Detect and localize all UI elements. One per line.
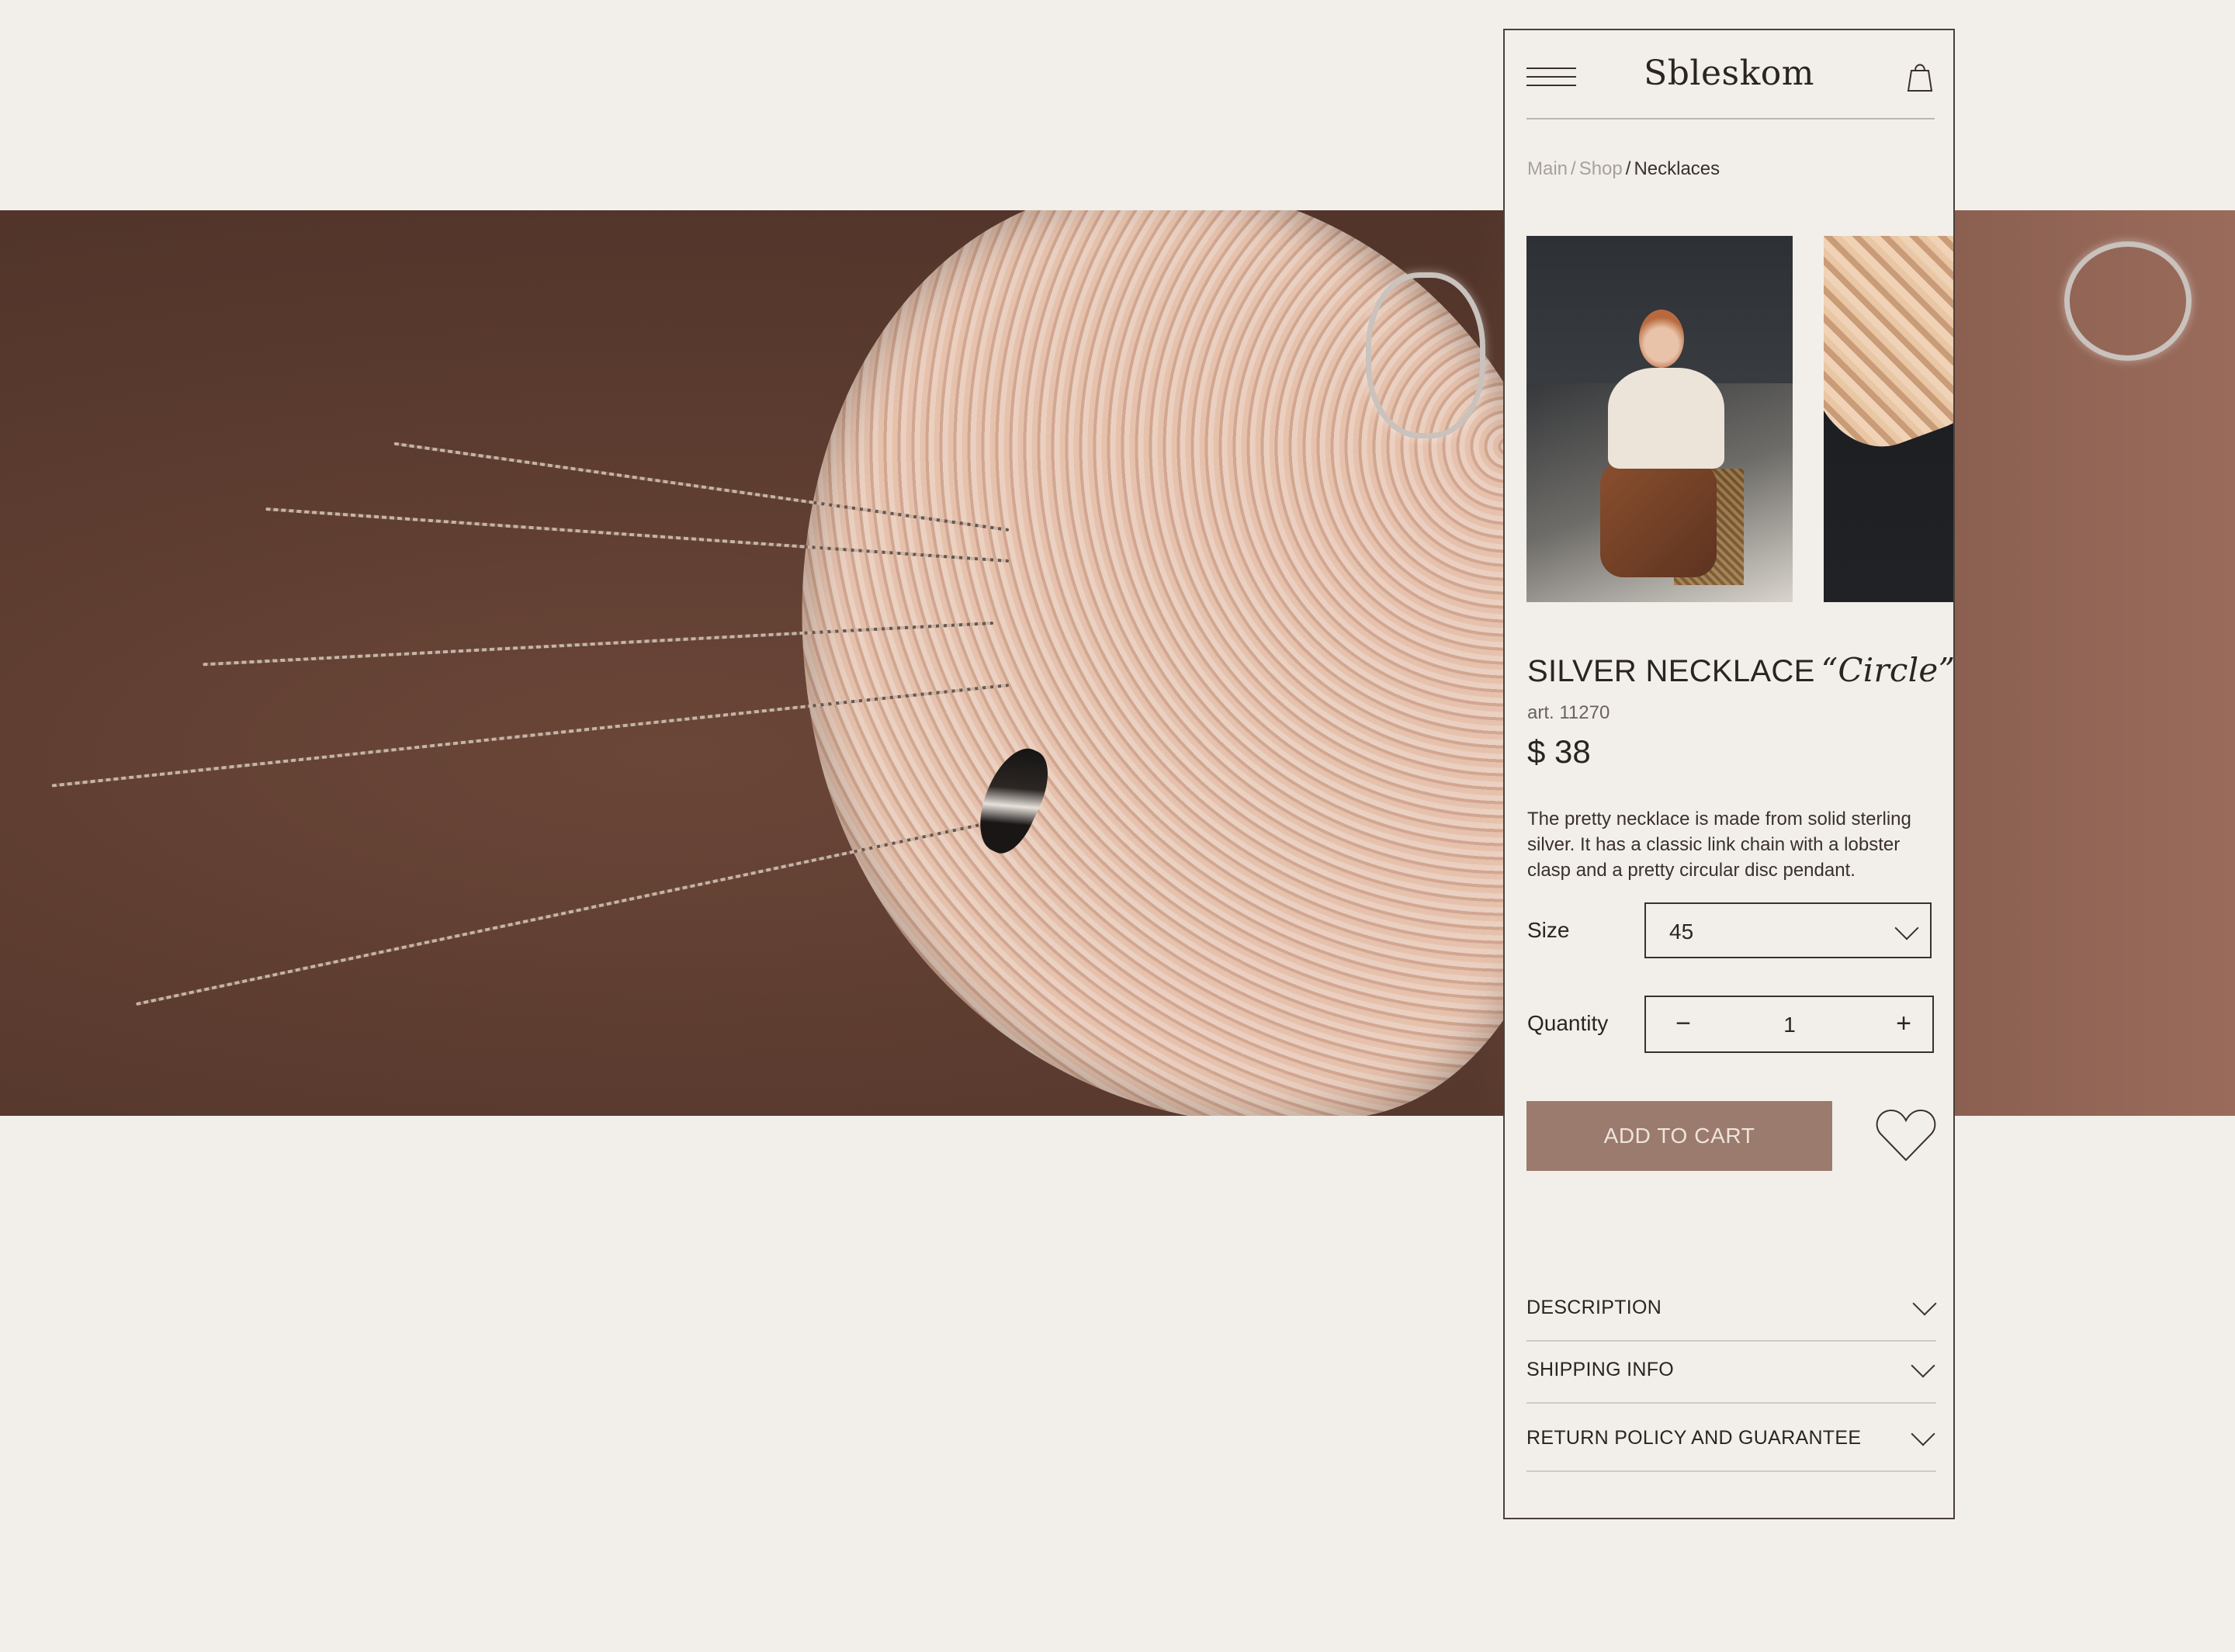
chevron-down-icon (1911, 1422, 1935, 1446)
quantity-value[interactable]: 1 (1770, 1013, 1809, 1037)
product-article: art. 11270 (1527, 702, 1610, 723)
chevron-down-icon (1912, 1291, 1937, 1316)
photo-sweater (1608, 368, 1724, 469)
breadcrumb-separator: / (1571, 158, 1576, 179)
breadcrumb-main[interactable]: Main (1527, 158, 1568, 179)
breadcrumb-current: Necklaces (1634, 158, 1720, 179)
shopping-bag-icon[interactable] (1905, 60, 1935, 92)
accordion-shipping-info[interactable]: SHIPPING INFO (1526, 1342, 1936, 1404)
photo-silk-fabric (1824, 236, 1953, 465)
ring-ornament (2064, 241, 2192, 361)
ring-ornament (1366, 272, 1485, 438)
header-divider (1526, 118, 1935, 119)
quantity-label: Quantity (1527, 1011, 1609, 1035)
photo-legs (1600, 461, 1717, 577)
product-name: SILVER NECKLACE (1527, 654, 1815, 688)
product-photo-model[interactable] (1526, 236, 1793, 602)
accordion-label: SHIPPING INFO (1526, 1359, 1675, 1380)
size-select[interactable]: 45 (1644, 902, 1932, 958)
product-gallery[interactable] (1526, 236, 1953, 602)
breadcrumb-separator: / (1625, 158, 1631, 179)
accordion-label: DESCRIPTION (1526, 1297, 1662, 1318)
size-value: 45 (1669, 920, 1694, 944)
product-description: The pretty necklace is made from solid s… (1527, 809, 1911, 881)
add-to-cart-button[interactable]: ADD TO CART (1526, 1101, 1832, 1171)
site-logo[interactable]: Sbleskom (1505, 54, 1953, 93)
necklace-chain (135, 816, 1017, 1006)
divider (1526, 1402, 1936, 1404)
product-photo-silk[interactable] (1824, 236, 1953, 602)
quantity-stepper: − 1 + (1644, 996, 1934, 1053)
product-name-script: “Circle” (1821, 651, 1955, 689)
accordion-description[interactable]: DESCRIPTION (1526, 1280, 1937, 1342)
breadcrumb-shop[interactable]: Shop (1579, 158, 1623, 179)
accordion-return-policy[interactable]: RETURN POLICY AND GUARANTEE (1526, 1410, 1936, 1472)
size-label: Size (1527, 918, 1570, 942)
heart-icon[interactable] (1874, 1104, 1938, 1166)
header: Sbleskom (1505, 30, 1953, 120)
chevron-down-icon (1894, 916, 1919, 940)
chevron-down-icon (1911, 1353, 1935, 1378)
divider (1526, 1470, 1936, 1472)
product-title: SILVER NECKLACE “Circle” (1527, 651, 1955, 689)
product-price: $ 38 (1527, 733, 1591, 770)
plus-icon[interactable]: + (1888, 1010, 1919, 1039)
product-page-panel: Sbleskom Main / Shop / Necklaces SILVER NECK… (1503, 29, 1955, 1519)
photo-head (1639, 310, 1684, 368)
minus-icon[interactable]: − (1668, 1010, 1699, 1039)
accordion-label: RETURN POLICY AND GUARANTEE (1526, 1427, 1862, 1449)
breadcrumb: Main / Shop / Necklaces (1527, 158, 1720, 180)
